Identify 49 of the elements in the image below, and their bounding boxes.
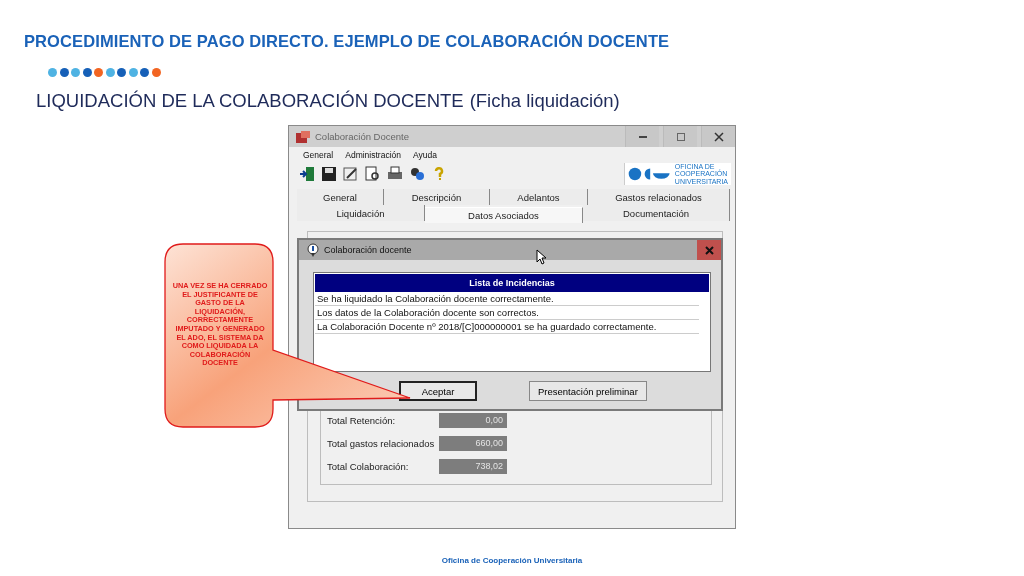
tab[interactable]: Liquidación [297, 205, 425, 222]
save-tool[interactable] [319, 164, 338, 184]
close-icon [704, 245, 714, 255]
preview-tool[interactable] [363, 164, 382, 184]
slide-title: PROCEDIMIENTO DE PAGO DIRECTO. EJEMPLO DE COLABORACIÓN DOCENTE [24, 32, 671, 51]
close-button[interactable] [697, 240, 721, 260]
dialog-button[interactable]: Aceptar [399, 381, 477, 401]
slide-subtitle: LIQUIDACIÓN DE LA COLABORACIÓN DOCENTE [36, 90, 464, 112]
floppy-icon [320, 166, 337, 183]
door-icon [298, 166, 315, 183]
total-field: 0,00 [439, 412, 507, 428]
tab[interactable]: Datos Asociados [425, 207, 583, 224]
close-icon [713, 131, 724, 142]
menu-item[interactable]: Ayuda [413, 150, 437, 160]
dialog-title: Colaboración docente [324, 245, 412, 255]
people-icon [408, 166, 425, 183]
minimize-icon [638, 135, 647, 138]
tab[interactable]: Descripción [384, 189, 490, 206]
total-field: 738,02 [439, 458, 507, 474]
tab[interactable]: General [297, 189, 384, 206]
tab[interactable]: Adelantos [490, 189, 588, 206]
dialog-button[interactable]: Presentación preliminar [529, 381, 647, 401]
footer-text: Oficina de Cooperación Universitaria [440, 556, 584, 565]
total-label: Total Colaboración: [327, 460, 410, 472]
list-row[interactable]: La Colaboración Docente nº 2018/[C]000000001 se ha guardado correctamente. [315, 320, 699, 334]
menu-item[interactable]: Administración [345, 150, 401, 160]
list-row[interactable]: Se ha liquidado la Colaboración docente correctamente. [315, 292, 699, 306]
pencil-icon [342, 166, 359, 183]
minimize-button[interactable] [625, 126, 659, 147]
tab[interactable]: Documentación [583, 205, 730, 222]
total-field: 660,00 [439, 435, 507, 451]
window-title: Colaboración Docente [315, 131, 409, 142]
tab[interactable]: Gastos relacionados [588, 189, 730, 206]
subtitle-note: (Ficha liquidación) [469, 90, 620, 112]
close-button[interactable] [701, 126, 735, 147]
magnifier-page-icon [364, 166, 381, 183]
list-row[interactable]: Los datos de la Colaboración docente son correctos. [315, 306, 699, 320]
exit-tool[interactable] [297, 164, 316, 184]
maximize-button[interactable] [663, 126, 697, 147]
logo-icon [627, 167, 671, 182]
menu-item[interactable]: General [303, 150, 334, 160]
info-icon [307, 243, 319, 257]
edit-tool[interactable] [341, 164, 360, 184]
list-header: Lista de Incidencias [315, 274, 709, 292]
maximize-icon [675, 131, 686, 142]
total-label: Total Retención: [327, 414, 397, 426]
app-icon [295, 129, 311, 144]
cursor-icon [536, 249, 546, 265]
total-label: Total gastos relacionados [327, 437, 436, 449]
